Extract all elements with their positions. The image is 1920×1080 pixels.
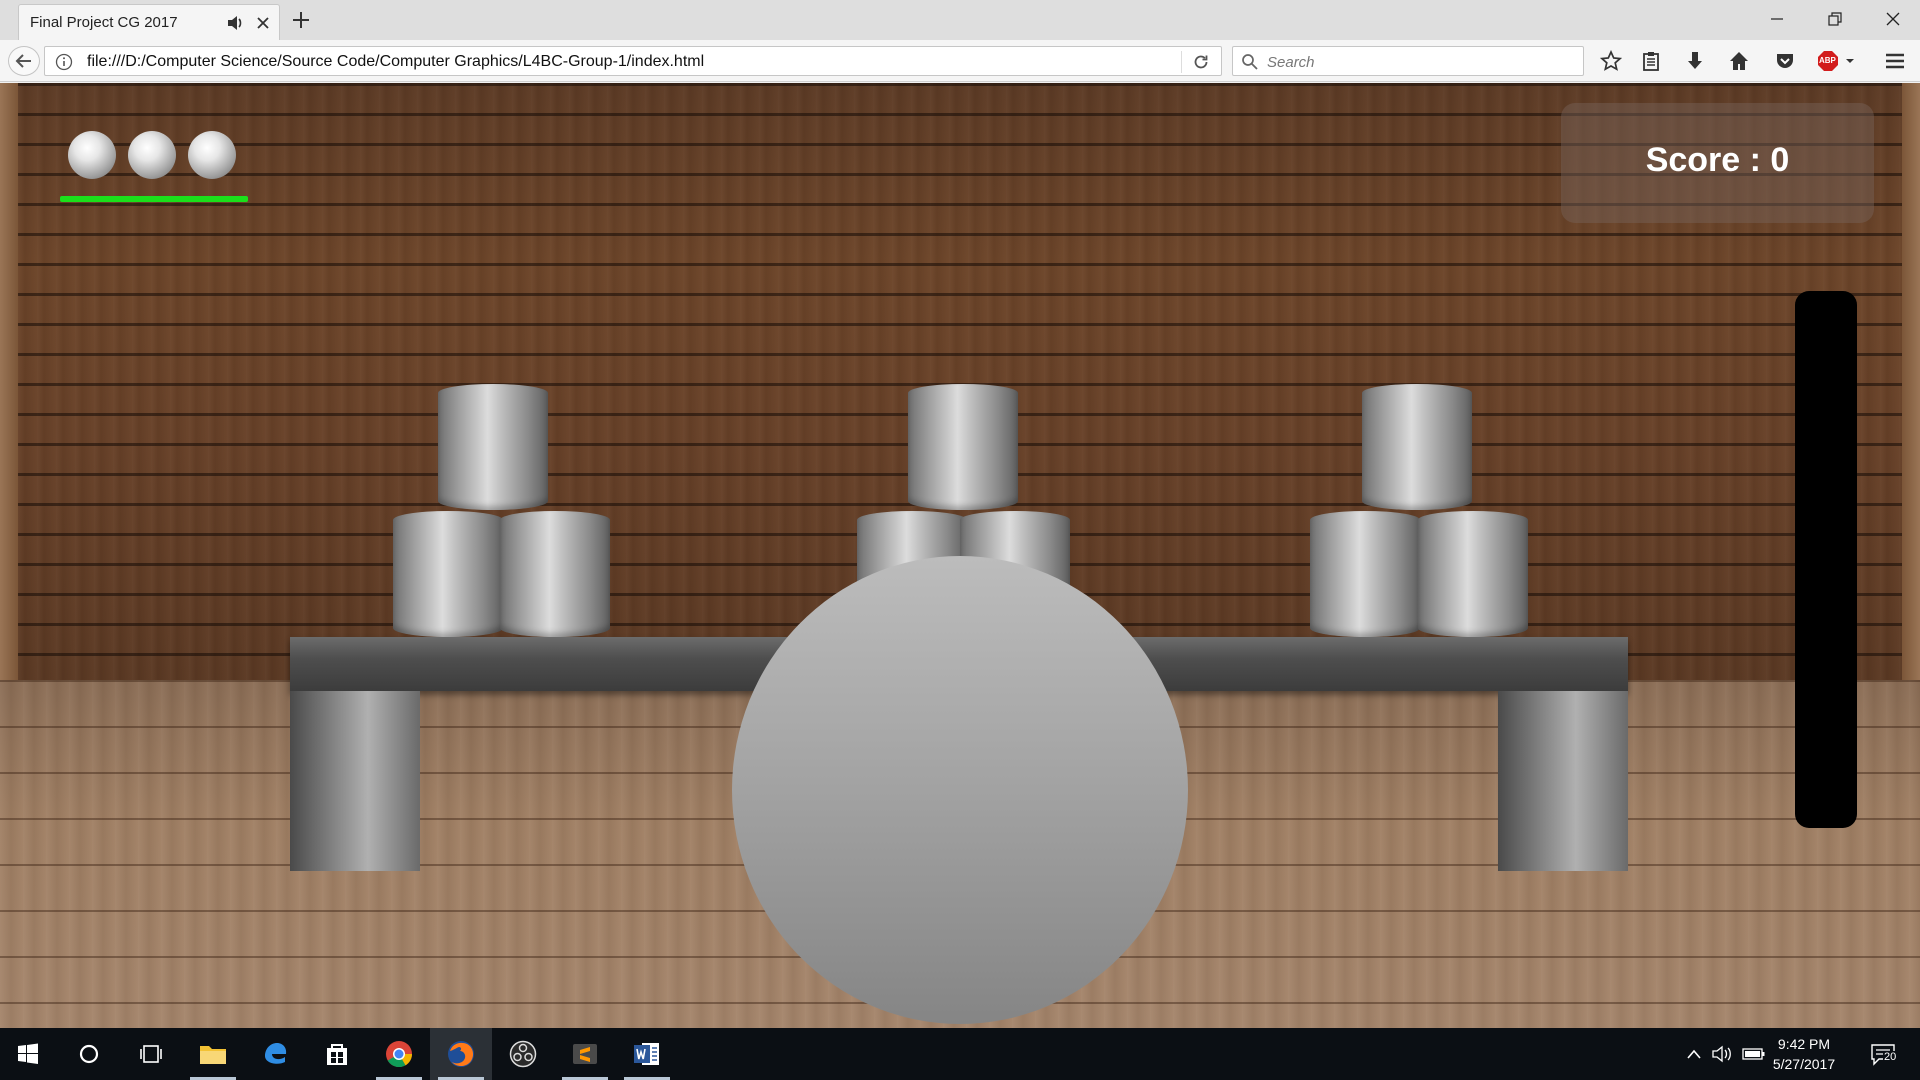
store-bag-icon: [327, 1044, 347, 1065]
address-bar[interactable]: file:///D:/Computer Science/Source Code/…: [44, 46, 1222, 76]
close-icon: [1886, 12, 1900, 26]
menu-button[interactable]: [1882, 48, 1908, 74]
url-divider: [1181, 51, 1182, 73]
taskbar-obs[interactable]: [492, 1028, 554, 1080]
back-arrow-icon: [15, 54, 31, 68]
action-center-button[interactable]: 20: [1866, 1042, 1900, 1066]
can-target[interactable]: [1362, 384, 1472, 510]
restore-icon: [1828, 12, 1842, 26]
info-icon[interactable]: [55, 53, 73, 71]
hamburger-menu-icon: [1886, 53, 1904, 69]
download-arrow-icon: [1688, 52, 1702, 69]
table-leg-right: [1498, 691, 1628, 871]
search-icon: [1242, 54, 1258, 70]
tab-bar: Final Project CG 2017: [0, 0, 1920, 40]
restore-button[interactable]: [1812, 5, 1858, 33]
game-canvas[interactable]: Score : 0: [0, 83, 1920, 1028]
power-meter: [1795, 291, 1857, 828]
cortana-button[interactable]: [58, 1028, 120, 1080]
start-button[interactable]: [0, 1028, 56, 1080]
can-target[interactable]: [500, 511, 610, 637]
sublime-text-icon: [573, 1044, 597, 1064]
close-window-button[interactable]: [1870, 5, 1916, 33]
windows-taskbar: 9:42 PM 5/27/2017 20: [0, 1028, 1920, 1080]
reading-list-button[interactable]: [1638, 48, 1664, 74]
minimize-button[interactable]: [1754, 5, 1800, 33]
taskbar-edge[interactable]: [244, 1028, 306, 1080]
star-icon: [1600, 50, 1622, 71]
taskbar-store[interactable]: [306, 1028, 368, 1080]
taskbar-firefox[interactable]: [430, 1028, 492, 1080]
minimize-icon: [1771, 18, 1783, 20]
right-side-wall: [1902, 83, 1920, 680]
can-target[interactable]: [438, 384, 548, 510]
chevron-up-icon: [1687, 1049, 1701, 1059]
taskbar-file-explorer[interactable]: [182, 1028, 244, 1080]
home-button[interactable]: [1726, 48, 1752, 74]
left-side-wall: [0, 83, 18, 680]
volume-button[interactable]: [1710, 1042, 1734, 1066]
pocket-button[interactable]: [1772, 48, 1798, 74]
browser-tab[interactable]: Final Project CG 2017: [18, 4, 280, 40]
home-icon: [1730, 52, 1748, 70]
life-ball-icon: [68, 131, 116, 179]
folder-icon: [200, 1046, 226, 1064]
throw-ball[interactable]: [732, 556, 1188, 1024]
search-bar[interactable]: Search: [1232, 46, 1584, 76]
clock-date: 5/27/2017: [1772, 1056, 1836, 1072]
adblock-button[interactable]: ABP: [1816, 48, 1856, 74]
word-icon: [634, 1043, 659, 1065]
health-bar: [60, 196, 248, 202]
adblock-label: ABP: [1819, 56, 1836, 65]
notification-count: 20: [1883, 1051, 1898, 1064]
can-target[interactable]: [1418, 511, 1528, 637]
life-ball-icon: [188, 131, 236, 179]
show-hidden-icons-button[interactable]: [1682, 1042, 1706, 1066]
reload-icon[interactable]: [1192, 53, 1210, 71]
table-leg-left: [290, 691, 420, 871]
clipboard-icon: [1643, 52, 1659, 71]
speaker-icon: [1712, 1045, 1731, 1063]
taskbar-word[interactable]: [616, 1028, 678, 1080]
system-clock[interactable]: 9:42 PM 5/27/2017: [1752, 1034, 1856, 1074]
pocket-icon: [1777, 54, 1793, 68]
search-placeholder: Search: [1267, 54, 1315, 71]
cortana-circle-icon: [79, 1044, 99, 1064]
obs-icon: [509, 1040, 537, 1068]
task-view-icon: [140, 1045, 162, 1063]
score-panel: Score : 0: [1561, 103, 1874, 223]
url-text[interactable]: file:///D:/Computer Science/Source Code/…: [87, 53, 704, 71]
can-target[interactable]: [1310, 511, 1420, 637]
taskbar-chrome[interactable]: [368, 1028, 430, 1080]
edge-icon: [265, 1043, 287, 1064]
tab-title: Final Project CG 2017: [30, 14, 178, 31]
navigation-bar: file:///D:/Computer Science/Source Code/…: [0, 40, 1920, 82]
clock-time: 9:42 PM: [1777, 1036, 1831, 1052]
downloads-button[interactable]: [1682, 48, 1708, 74]
score-text: Score : 0: [1645, 141, 1790, 179]
task-view-button[interactable]: [120, 1028, 182, 1080]
speaker-icon[interactable]: [225, 13, 245, 33]
health-bar-fill: [60, 196, 248, 202]
new-tab-icon[interactable]: [290, 9, 312, 31]
bookmark-star-button[interactable]: [1598, 48, 1624, 74]
can-target[interactable]: [393, 511, 503, 637]
back-button[interactable]: [8, 46, 40, 76]
can-target[interactable]: [908, 384, 1018, 510]
life-ball-icon: [128, 131, 176, 179]
taskbar-sublime-text[interactable]: [554, 1028, 616, 1080]
firefox-icon: [448, 1041, 474, 1067]
windows-logo-icon: [18, 1043, 38, 1064]
close-tab-icon[interactable]: [253, 13, 273, 33]
chrome-icon: [386, 1041, 413, 1068]
